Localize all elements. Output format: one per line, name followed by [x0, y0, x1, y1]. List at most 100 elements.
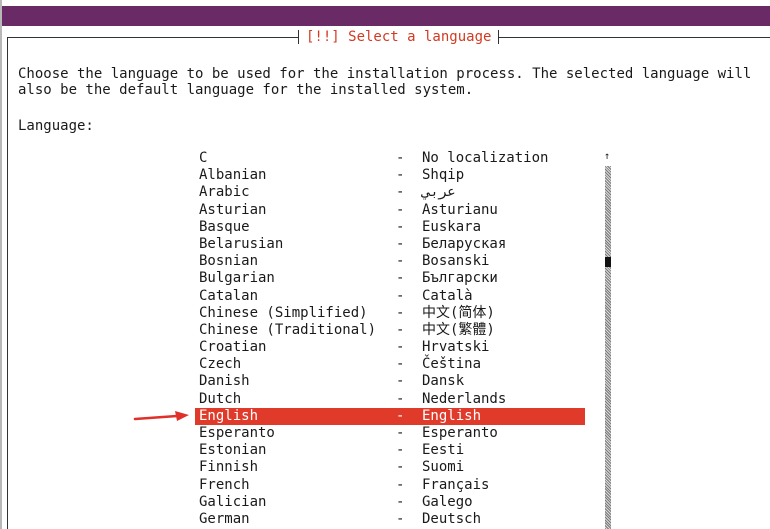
- language-name: Bosnian: [199, 253, 259, 270]
- language-name: Estonian: [199, 442, 267, 459]
- window-left-edge: [0, 0, 2, 529]
- language-option[interactable]: German - Deutsch: [195, 511, 585, 528]
- language-option[interactable]: C - No localization: [195, 150, 585, 167]
- language-native-name: 中文(繁體): [422, 321, 495, 338]
- language-list-label: Language:: [18, 118, 94, 134]
- language-option[interactable]: Arabic - عربي: [195, 184, 585, 201]
- language-name: Dutch: [199, 390, 242, 407]
- language-native-name: عربي: [422, 184, 456, 201]
- language-native-name: Français: [422, 476, 490, 493]
- language-option[interactable]: Chinese (Simplified) - 中文(简体): [195, 305, 585, 322]
- scroll-up-arrow-icon[interactable]: ↑: [604, 150, 610, 164]
- language-name: C: [199, 150, 208, 166]
- dialog-left-border: [7, 37, 8, 529]
- language-name: Asturian: [199, 201, 267, 218]
- language-native-name: Shqip: [422, 167, 465, 184]
- language-option[interactable]: Croatian - Hrvatski: [195, 339, 585, 356]
- language-name: Chinese (Traditional): [199, 321, 377, 338]
- intro-line-1: Choose the language to be used for the i…: [18, 66, 752, 82]
- language-option[interactable]: English - English: [195, 407, 585, 425]
- language-separator: -: [396, 476, 405, 493]
- language-option[interactable]: French - Français: [195, 477, 585, 494]
- title-left-tick: [298, 30, 299, 44]
- language-native-name: Esperanto: [422, 425, 498, 441]
- language-native-name: Bosanski: [422, 253, 490, 270]
- language-name: German: [199, 510, 250, 527]
- language-option[interactable]: Danish - Dansk: [195, 373, 585, 390]
- dialog-title-text: [!!] Select a language: [306, 29, 492, 45]
- language-native-name: Suomi: [422, 459, 465, 476]
- language-separator: -: [396, 253, 405, 270]
- title-right-tick: [498, 30, 500, 44]
- language-separator: -: [396, 425, 405, 441]
- language-separator: -: [396, 235, 405, 252]
- language-native-name: Galego: [422, 493, 473, 510]
- language-native-name: No localization: [422, 150, 549, 166]
- language-separator: -: [396, 321, 405, 338]
- language-native-name: Nederlands: [422, 390, 507, 407]
- language-separator: -: [396, 167, 405, 184]
- scrollbar-thumb[interactable]: [605, 257, 611, 267]
- intro-text: Choose the language to be used for the i…: [18, 66, 770, 98]
- language-option[interactable]: Basque - Euskara: [195, 219, 585, 236]
- language-option[interactable]: Estonian - Eesti: [195, 442, 585, 459]
- language-separator: -: [396, 218, 405, 235]
- language-name: Esperanto: [199, 425, 275, 441]
- language-separator: -: [396, 150, 405, 166]
- language-separator: -: [396, 407, 405, 424]
- language-native-name: Dansk: [422, 373, 465, 390]
- language-separator: -: [396, 390, 405, 407]
- language-option[interactable]: Finnish - Suomi: [195, 459, 585, 476]
- language-option[interactable]: Chinese (Traditional) - 中文(繁體): [195, 322, 585, 339]
- language-separator: -: [396, 373, 405, 390]
- language-name: Albanian: [199, 167, 267, 184]
- language-native-name: Asturianu: [422, 201, 498, 218]
- scrollbar-track[interactable]: [605, 166, 611, 529]
- language-separator: -: [396, 304, 405, 321]
- language-name: Arabic: [199, 184, 250, 201]
- language-separator: -: [396, 339, 405, 356]
- language-native-name: Euskara: [422, 218, 482, 235]
- language-separator: -: [396, 184, 405, 201]
- language-option[interactable]: Galician - Galego: [195, 494, 585, 511]
- language-option[interactable]: Dutch - Nederlands: [195, 391, 585, 408]
- language-native-name: 中文(简体): [422, 304, 495, 321]
- language-separator: -: [396, 510, 405, 527]
- language-separator: -: [396, 270, 405, 287]
- installer-top-bar: [2, 6, 770, 26]
- language-option[interactable]: Albanian - Shqip: [195, 167, 585, 184]
- language-option[interactable]: Catalan - Català: [195, 288, 585, 305]
- language-name: Finnish: [199, 459, 259, 476]
- language-name: Croatian: [199, 339, 267, 356]
- language-separator: -: [396, 287, 405, 304]
- language-separator: -: [396, 442, 405, 459]
- language-option[interactable]: Asturian - Asturianu: [195, 202, 585, 219]
- language-separator: -: [396, 201, 405, 218]
- language-option[interactable]: Bosnian - Bosanski: [195, 253, 585, 270]
- language-native-name: Català: [422, 287, 473, 304]
- language-name: French: [199, 476, 250, 493]
- red-arrow-annotation-icon: [133, 411, 189, 421]
- language-name: Catalan: [199, 287, 259, 304]
- language-name: Galician: [199, 493, 267, 510]
- language-name: Belarusian: [199, 235, 284, 252]
- language-native-name: Български: [422, 270, 498, 287]
- language-native-name: Беларуская: [422, 235, 507, 252]
- language-name: Czech: [199, 356, 242, 373]
- language-native-name: Čeština: [422, 356, 482, 373]
- language-separator: -: [396, 459, 405, 476]
- language-separator: -: [396, 356, 405, 373]
- language-option[interactable]: Esperanto - Esperanto: [195, 425, 585, 442]
- language-option[interactable]: Belarusian - Беларуская: [195, 236, 585, 253]
- language-native-name: Eesti: [422, 442, 465, 459]
- intro-line-2: also be the default language for the ins…: [18, 82, 474, 98]
- language-name: English: [199, 407, 259, 424]
- language-separator: -: [396, 493, 405, 510]
- language-name: Basque: [199, 218, 250, 235]
- language-native-name: Deutsch: [422, 510, 482, 527]
- language-option[interactable]: Bulgarian - Български: [195, 270, 585, 287]
- language-list[interactable]: C - No localization Albanian - Shqip Arabic - عر…: [195, 150, 585, 528]
- dialog-title: [!!] Select a language: [298, 28, 500, 46]
- language-name: Bulgarian: [199, 270, 275, 287]
- language-option[interactable]: Czech - Čeština: [195, 356, 585, 373]
